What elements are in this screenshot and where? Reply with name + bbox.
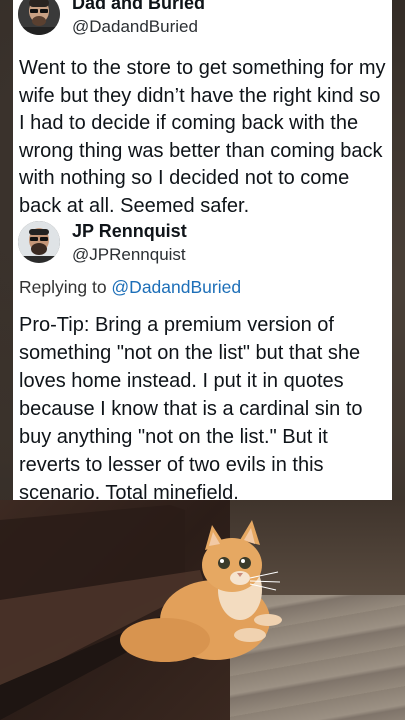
tweet-card-reply: JP Rennquist @JPRennquist Replying to @D… [13,217,392,504]
avatar-jp-rennquist-icon [18,221,60,263]
tweet-text: Pro-Tip: Bring a premium version of some… [19,314,363,504]
tweet-text: Went to the store to get something for m… [19,57,386,217]
tweet-author[interactable]: JP Rennquist @JPRennquist [18,221,187,265]
avatar[interactable] [18,221,60,263]
user-handle[interactable]: @JPRennquist [72,245,187,265]
display-name[interactable]: Dad and Buried [72,0,205,15]
replying-to-line: Replying to @DadandBuried [19,277,241,298]
replying-to-label: Replying to [19,277,112,297]
tweet-card-original: Dad and Buried @DadandBuried Went to the… [13,0,392,217]
mention-link[interactable]: @DadandBuried [111,277,241,297]
display-name[interactable]: JP Rennquist [72,221,187,243]
avatar[interactable] [18,0,60,35]
cat-illustration [0,505,282,720]
tweet-author[interactable]: Dad and Buried @DadandBuried [18,0,205,37]
user-handle[interactable]: @DadandBuried [72,17,205,37]
avatar-dad-and-buried-icon [18,0,60,35]
cat-photo [0,500,405,720]
